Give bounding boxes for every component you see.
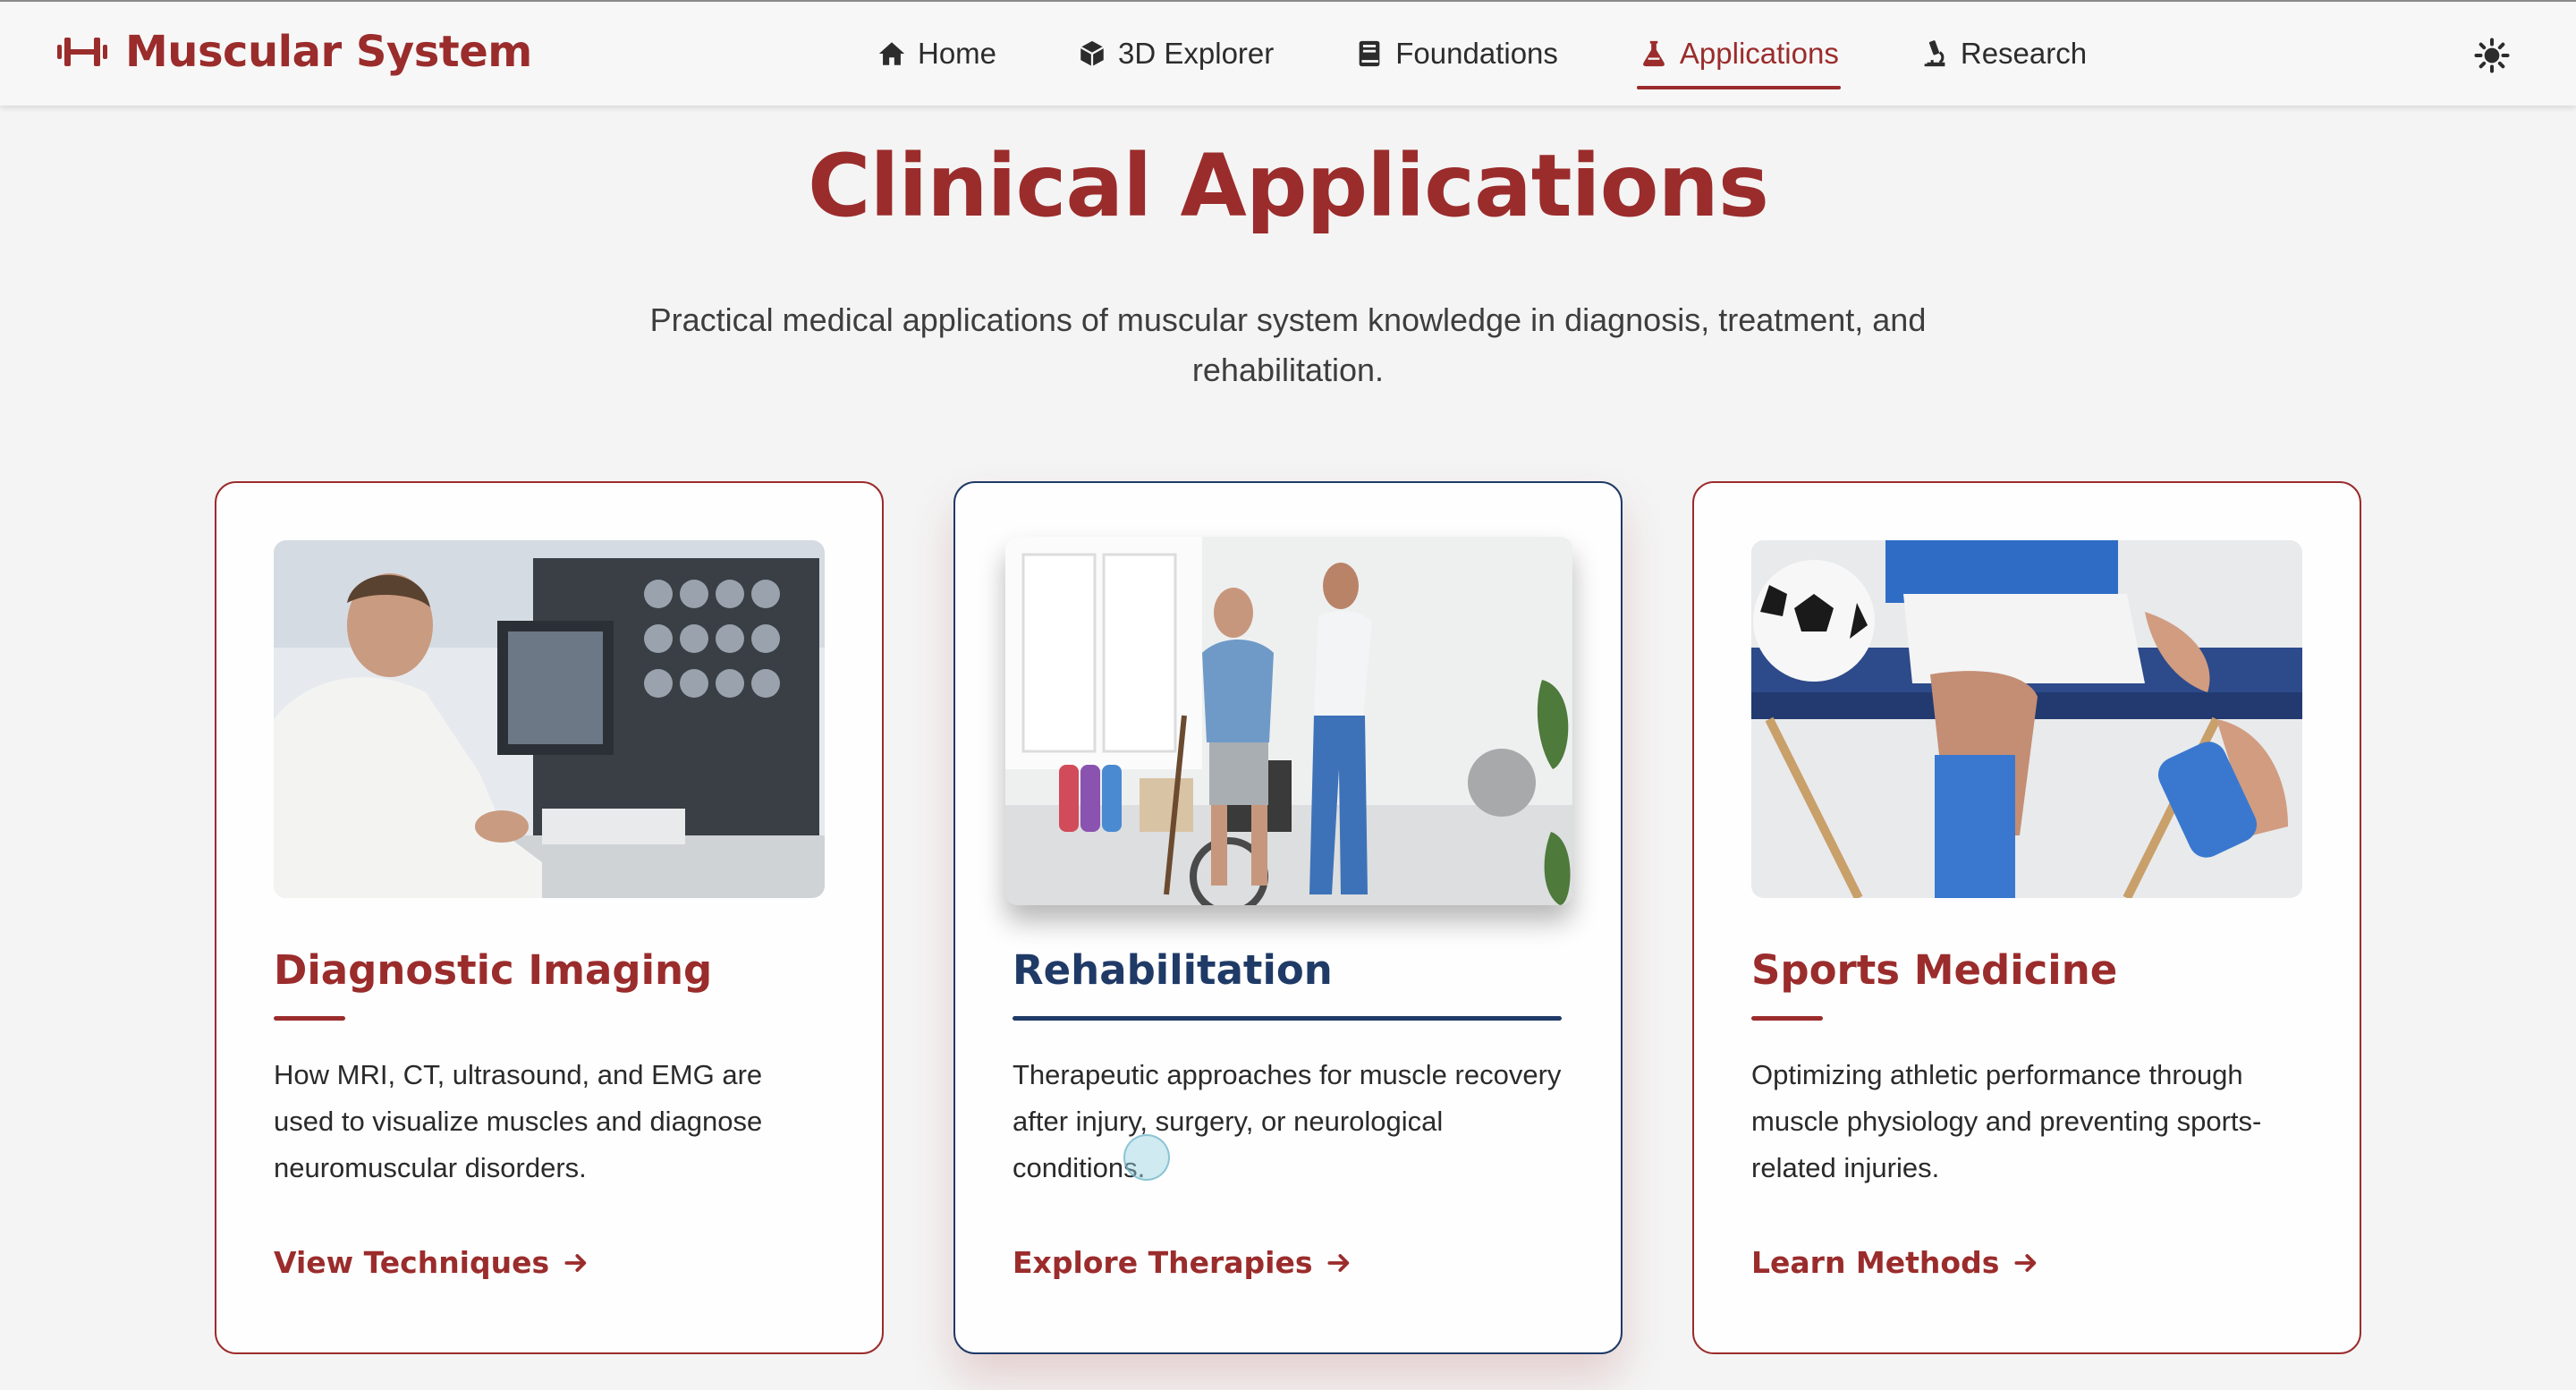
nav-3d-explorer[interactable]: 3D Explorer xyxy=(1077,2,1274,106)
cube-icon xyxy=(1080,40,1105,67)
doctor-reviewing-scans-photo xyxy=(274,540,825,898)
nav-foundations[interactable]: Foundations xyxy=(1354,2,1558,106)
card-description: How MRI, CT, ultrasound, and EMG are use… xyxy=(274,1059,763,1183)
physiotherapist-assisting-patient-photo xyxy=(1005,537,1572,905)
explore-therapies-link[interactable]: Explore Therapies xyxy=(1013,1245,1353,1280)
link-label: View Techniques xyxy=(274,1245,550,1280)
sun-icon[interactable] xyxy=(2474,38,2510,73)
nav-foundations-label: Foundations xyxy=(1395,37,1558,70)
nav-applications-label: Applications xyxy=(1679,37,1839,70)
home-icon xyxy=(878,42,905,65)
view-techniques-link[interactable]: View Techniques xyxy=(274,1245,590,1280)
cursor-indicator xyxy=(1123,1134,1170,1181)
nav-research[interactable]: Research xyxy=(1919,2,2087,106)
arrow-right-icon xyxy=(1327,1253,1350,1272)
learn-methods-link[interactable]: Learn Methods xyxy=(1751,1245,2040,1280)
nav-home-label: Home xyxy=(918,37,997,70)
arrow-right-icon xyxy=(2014,1253,2037,1272)
book-icon xyxy=(1359,40,1380,67)
page-subtitle: Practical medical applications of muscul… xyxy=(649,301,1927,388)
card-title: Diagnostic Imaging xyxy=(274,946,713,994)
card-diagnostic-imaging[interactable]: Diagnostic Imaging How MRI, CT, ultrasou… xyxy=(215,481,884,1354)
title-underline xyxy=(274,1016,345,1021)
card-rehabilitation[interactable]: Rehabilitation Therapeutic approaches fo… xyxy=(953,481,1623,1354)
title-underline xyxy=(1013,1016,1562,1021)
brand-name: Muscular System xyxy=(125,27,532,77)
card-description: Therapeutic approaches for muscle recove… xyxy=(1013,1059,1562,1183)
microscope-icon xyxy=(1924,40,1945,67)
card-description: Optimizing athletic performance through … xyxy=(1751,1059,2262,1183)
card-title: Sports Medicine xyxy=(1751,946,2118,994)
top-navbar: Muscular System Home 3D Explorer Foundat… xyxy=(0,0,2576,106)
nav-3d-explorer-label: 3D Explorer xyxy=(1118,37,1275,70)
dumbbell-icon xyxy=(57,38,107,66)
brand-logo[interactable]: Muscular System xyxy=(55,27,532,77)
flask-icon xyxy=(1643,40,1665,67)
main-nav: Home 3D Explorer Foundations Application… xyxy=(877,2,2167,106)
link-label: Learn Methods xyxy=(1751,1245,2000,1280)
title-underline xyxy=(1751,1016,1823,1021)
page-title: Clinical Applications xyxy=(808,136,1769,236)
nav-home[interactable]: Home xyxy=(877,2,996,106)
arrow-right-icon xyxy=(564,1253,587,1272)
athlete-knee-taping-photo xyxy=(1751,540,2302,898)
link-label: Explore Therapies xyxy=(1013,1245,1313,1280)
nav-research-label: Research xyxy=(1960,37,2088,70)
nav-applications[interactable]: Applications xyxy=(1636,2,1841,106)
card-title: Rehabilitation xyxy=(1013,946,1333,994)
card-sports-medicine[interactable]: Sports Medicine Optimizing athletic perf… xyxy=(1692,481,2361,1354)
